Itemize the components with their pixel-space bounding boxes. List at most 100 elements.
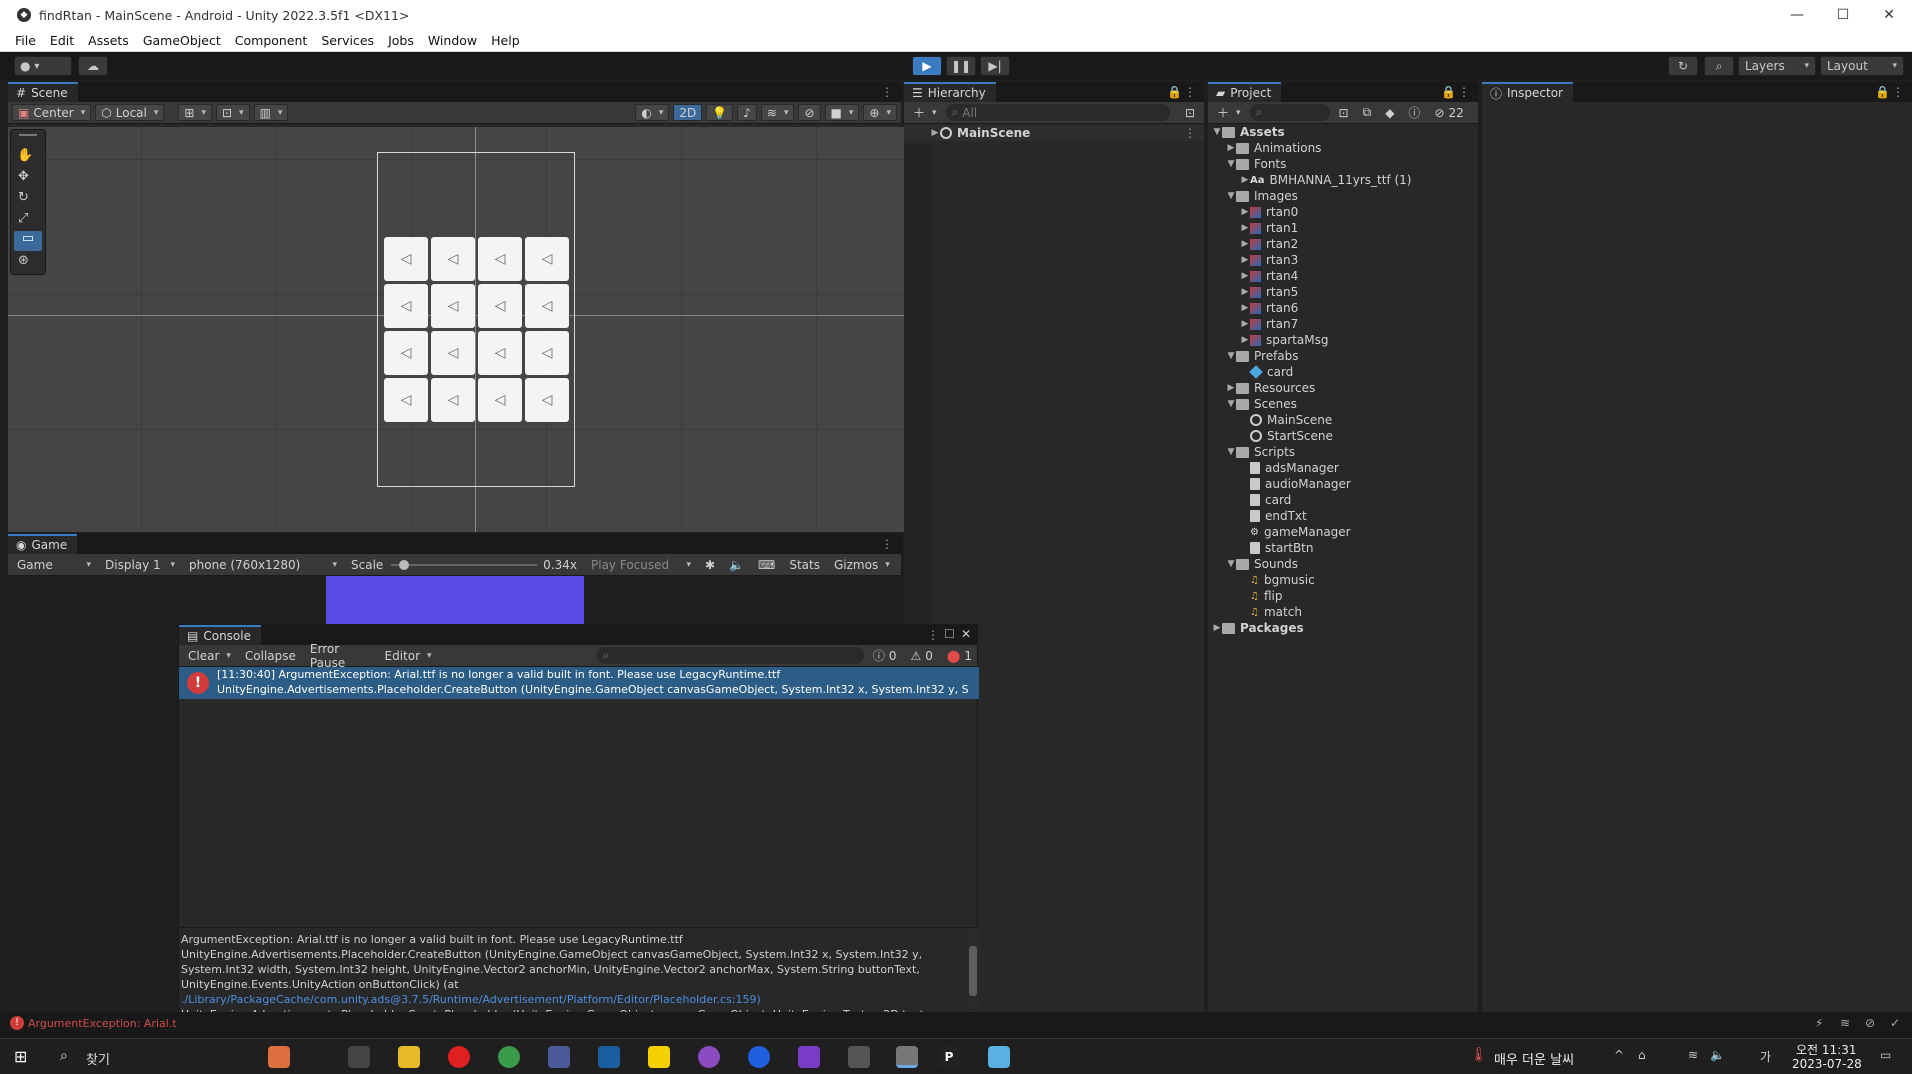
tab-scene[interactable]: # Scene <box>8 82 78 102</box>
gizmos-dropdown[interactable]: ⊕ <box>863 104 897 121</box>
wifi-icon[interactable]: ≋ <box>1688 1048 1698 1062</box>
inspector-menu-icon[interactable]: ⋮ <box>1892 85 1904 99</box>
lock-icon[interactable]: 🔒 <box>1167 85 1182 99</box>
cloud-icon[interactable]: ☁ <box>78 56 108 76</box>
project-tree-item[interactable]: ♫ bgmusic <box>1208 572 1478 588</box>
menu-edit[interactable]: Edit <box>50 33 74 48</box>
clock-time[interactable]: 오전 11:31 <box>1796 1041 1856 1058</box>
lock-icon[interactable]: 🔒 <box>1875 85 1890 99</box>
console-search-input[interactable]: ⌕ <box>596 647 864 664</box>
filter-label-icon[interactable]: ⧉ <box>1358 104 1377 121</box>
expanded-icon[interactable]: ▼ <box>1226 159 1236 169</box>
mode-2d-button[interactable]: 2D <box>673 104 703 121</box>
project-create-button[interactable]: ＋ <box>1212 104 1246 121</box>
bug-icon[interactable]: ✱ <box>700 556 720 573</box>
clear-button[interactable]: Clear <box>183 647 236 664</box>
scene-viewport[interactable]: ◁ ◁ ◁ ◁ ◁ ◁ ◁ ◁ ◁ ◁ ◁ ◁ ◁ ◁ ◁ ◁ ✋ ✥ ↻ ⤢ ▭ ⊛ <box>8 127 908 532</box>
weather-text[interactable]: 매우 더운 날씨 <box>1494 1049 1574 1068</box>
scene-options-icon[interactable]: ⋮ <box>1184 126 1196 140</box>
editor-dropdown[interactable]: Editor <box>380 647 437 664</box>
project-tree-item[interactable]: ▶ rtan3 <box>1208 252 1478 268</box>
taskbar-search[interactable]: 찾기 <box>86 1049 110 1068</box>
filter-type-icon[interactable]: ⊡ <box>1334 104 1354 121</box>
search-icon[interactable]: ⌕ <box>1704 56 1734 76</box>
check-icon[interactable]: ✓ <box>1890 1016 1900 1030</box>
scene-card[interactable]: ◁ <box>525 331 569 375</box>
scene-card[interactable]: ◁ <box>478 378 522 422</box>
volume-icon[interactable]: 🔈 <box>1710 1048 1725 1062</box>
tab-console[interactable]: ▤ Console <box>179 625 261 645</box>
keyboard-icon[interactable]: ⌨ <box>753 556 780 573</box>
move-tool-icon[interactable]: ✥ <box>18 169 29 184</box>
windows-start-icon[interactable]: ⊞ <box>14 1047 27 1066</box>
project-tree-item[interactable]: ▼ Scripts <box>1208 444 1478 460</box>
project-tree-item[interactable]: StartScene <box>1208 428 1478 444</box>
camera-dropdown[interactable]: ■ <box>824 104 860 121</box>
collapsed-icon[interactable]: ▶ <box>1226 143 1236 153</box>
notification-icon[interactable]: ▭ <box>1880 1048 1891 1062</box>
project-tree-item[interactable]: card <box>1208 492 1478 508</box>
maximize-icon[interactable]: ☐ <box>944 627 955 641</box>
project-tree-item[interactable]: MainScene <box>1208 412 1478 428</box>
project-tree-item[interactable]: ▼ Sounds <box>1208 556 1478 572</box>
tab-project[interactable]: ▰ Project <box>1208 82 1282 102</box>
tab-game[interactable]: ◉ Game <box>8 534 78 554</box>
scene-card[interactable]: ◁ <box>384 378 428 422</box>
kakaotalk-icon[interactable] <box>648 1046 670 1068</box>
project-tree-item[interactable]: ♫ flip <box>1208 588 1478 604</box>
space-dropdown[interactable]: ⬡ Local <box>95 104 165 121</box>
project-tree-item[interactable]: ▶ rtan1 <box>1208 220 1478 236</box>
menu-gameobject[interactable]: GameObject <box>143 33 221 48</box>
slack-icon[interactable] <box>698 1046 720 1068</box>
snap-increment-button[interactable]: ⊡ <box>215 104 250 121</box>
error-pause-button[interactable]: Error Pause <box>305 642 376 670</box>
project-tree-item[interactable]: ▶ rtan2 <box>1208 236 1478 252</box>
collapsed-icon[interactable]: ▶ <box>1240 207 1250 217</box>
view-dropdown[interactable]: Game <box>12 556 96 573</box>
tag-icon[interactable]: ◆ <box>1380 104 1399 121</box>
project-tree-item[interactable]: ▶ rtan0 <box>1208 204 1478 220</box>
scene-visibility-icon[interactable]: ⊘ <box>798 104 821 121</box>
scene-card[interactable]: ◁ <box>384 284 428 328</box>
collapsed-icon[interactable]: ▶ <box>1240 255 1250 265</box>
menu-file[interactable]: File <box>15 33 36 48</box>
expanded-icon[interactable]: ▼ <box>1226 399 1236 409</box>
chrome-icon[interactable] <box>498 1046 520 1068</box>
log-detail-line[interactable]: ./Library/PackageCache/com.unity.ads@3.7… <box>181 992 961 1007</box>
collapsed-icon[interactable]: ▶ <box>1240 271 1250 281</box>
scene-card[interactable]: ◁ <box>431 284 475 328</box>
scene-card[interactable]: ◁ <box>478 331 522 375</box>
warning-filter-button[interactable]: ⚠ 0 <box>906 647 938 664</box>
step-button[interactable]: ▶| <box>980 56 1010 76</box>
menu-assets[interactable]: Assets <box>88 33 129 48</box>
play-focused-dropdown[interactable]: Play Focused <box>586 556 696 573</box>
lighting-icon[interactable]: 💡 <box>706 104 734 121</box>
lock-icon[interactable]: 🔒 <box>1441 85 1456 99</box>
clock-date[interactable]: 2023-07-28 <box>1792 1057 1862 1071</box>
expanded-icon[interactable]: ▼ <box>1212 127 1222 137</box>
tab-inspector[interactable]: ⓘ Inspector <box>1482 82 1573 102</box>
audio-icon[interactable]: ♪ <box>737 104 757 121</box>
scene-card[interactable]: ◁ <box>478 237 522 281</box>
expanded-icon[interactable]: ▼ <box>1226 351 1236 361</box>
project-tree-item[interactable]: ▶ Animations <box>1208 140 1478 156</box>
scene-search-icon[interactable]: ⊡ <box>1180 104 1200 121</box>
collapsed-icon[interactable]: ▶ <box>1240 335 1250 345</box>
collapsed-icon[interactable]: ▶ <box>1226 383 1236 393</box>
scene-card[interactable]: ◁ <box>431 331 475 375</box>
scrollbar-thumb[interactable] <box>969 946 977 996</box>
scene-card[interactable]: ◁ <box>384 237 428 281</box>
unity-editor-icon[interactable] <box>896 1046 918 1068</box>
hand-tool-icon[interactable]: ✋ <box>17 148 33 163</box>
hierarchy-menu-icon[interactable]: ⋮ <box>1184 85 1196 99</box>
scene-card[interactable]: ◁ <box>384 331 428 375</box>
history-icon[interactable]: ↻ <box>1668 56 1698 76</box>
collapsed-icon[interactable]: ▶ <box>1212 623 1222 633</box>
collapsed-icon[interactable]: ▶ <box>1240 223 1250 233</box>
collapsed-icon[interactable]: ▶ <box>1240 287 1250 297</box>
scene-card[interactable]: ◁ <box>525 237 569 281</box>
minimize-button[interactable]: — <box>1774 0 1820 30</box>
app-icon-4[interactable]: P <box>938 1046 960 1068</box>
tab-hierarchy[interactable]: ☰ Hierarchy <box>904 82 996 102</box>
scene-card[interactable]: ◁ <box>431 237 475 281</box>
